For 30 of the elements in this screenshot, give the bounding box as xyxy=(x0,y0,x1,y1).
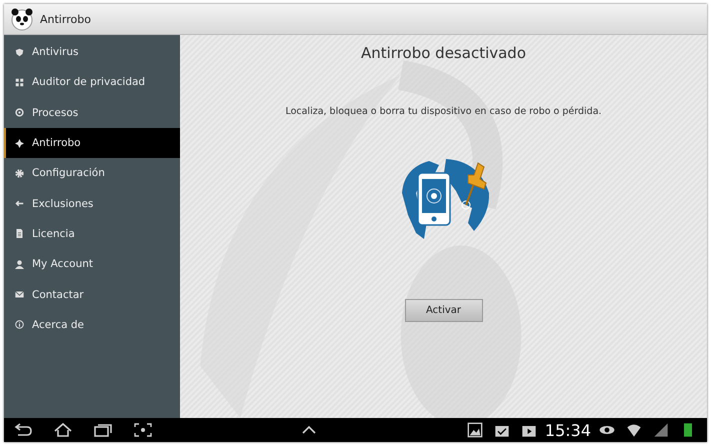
menu-item-icon xyxy=(15,320,24,330)
sidebar-item[interactable]: Antivirus xyxy=(4,37,180,68)
description-text: Localiza, bloquea o borra tu dispositivo en caso de robo o pérdida. xyxy=(285,106,602,117)
menu-item-icon xyxy=(15,199,24,208)
sidebar-item[interactable]: Auditor de privacidad xyxy=(4,67,180,98)
sidebar-item[interactable]: Contactar xyxy=(4,279,180,310)
activate-button[interactable]: Activar xyxy=(404,299,482,322)
menu-item-icon xyxy=(15,138,24,148)
menu-item-icon xyxy=(15,290,24,300)
clock-time: 15:34 xyxy=(544,420,592,440)
menu-item-icon xyxy=(15,168,24,178)
menu-item-icon xyxy=(15,48,24,57)
menu-item-icon xyxy=(15,108,24,118)
menu-item-icon xyxy=(15,229,24,238)
sidebar-item[interactable]: Exclusiones xyxy=(4,188,180,219)
sidebar-item[interactable]: My Account xyxy=(4,249,180,280)
menu-item-icon xyxy=(15,260,24,269)
status-title: Antirrobo desactivado xyxy=(360,44,526,62)
recent-apps-icon[interactable] xyxy=(92,422,114,438)
menu-item-icon xyxy=(15,78,24,87)
sidebar-item[interactable]: Antirrobo xyxy=(4,128,180,158)
home-icon[interactable] xyxy=(52,422,74,438)
sidebar-item[interactable]: Configuración xyxy=(4,158,180,188)
sidebar-item[interactable]: Procesos xyxy=(4,98,180,128)
app-title: Antirrobo xyxy=(40,12,91,26)
sidebar-item[interactable]: Acerca de xyxy=(4,310,180,340)
back-icon[interactable] xyxy=(12,422,34,438)
sidebar-item[interactable]: Licencia xyxy=(4,218,180,250)
screenshot-icon[interactable] xyxy=(132,422,154,438)
panda-logo-icon xyxy=(10,7,34,31)
